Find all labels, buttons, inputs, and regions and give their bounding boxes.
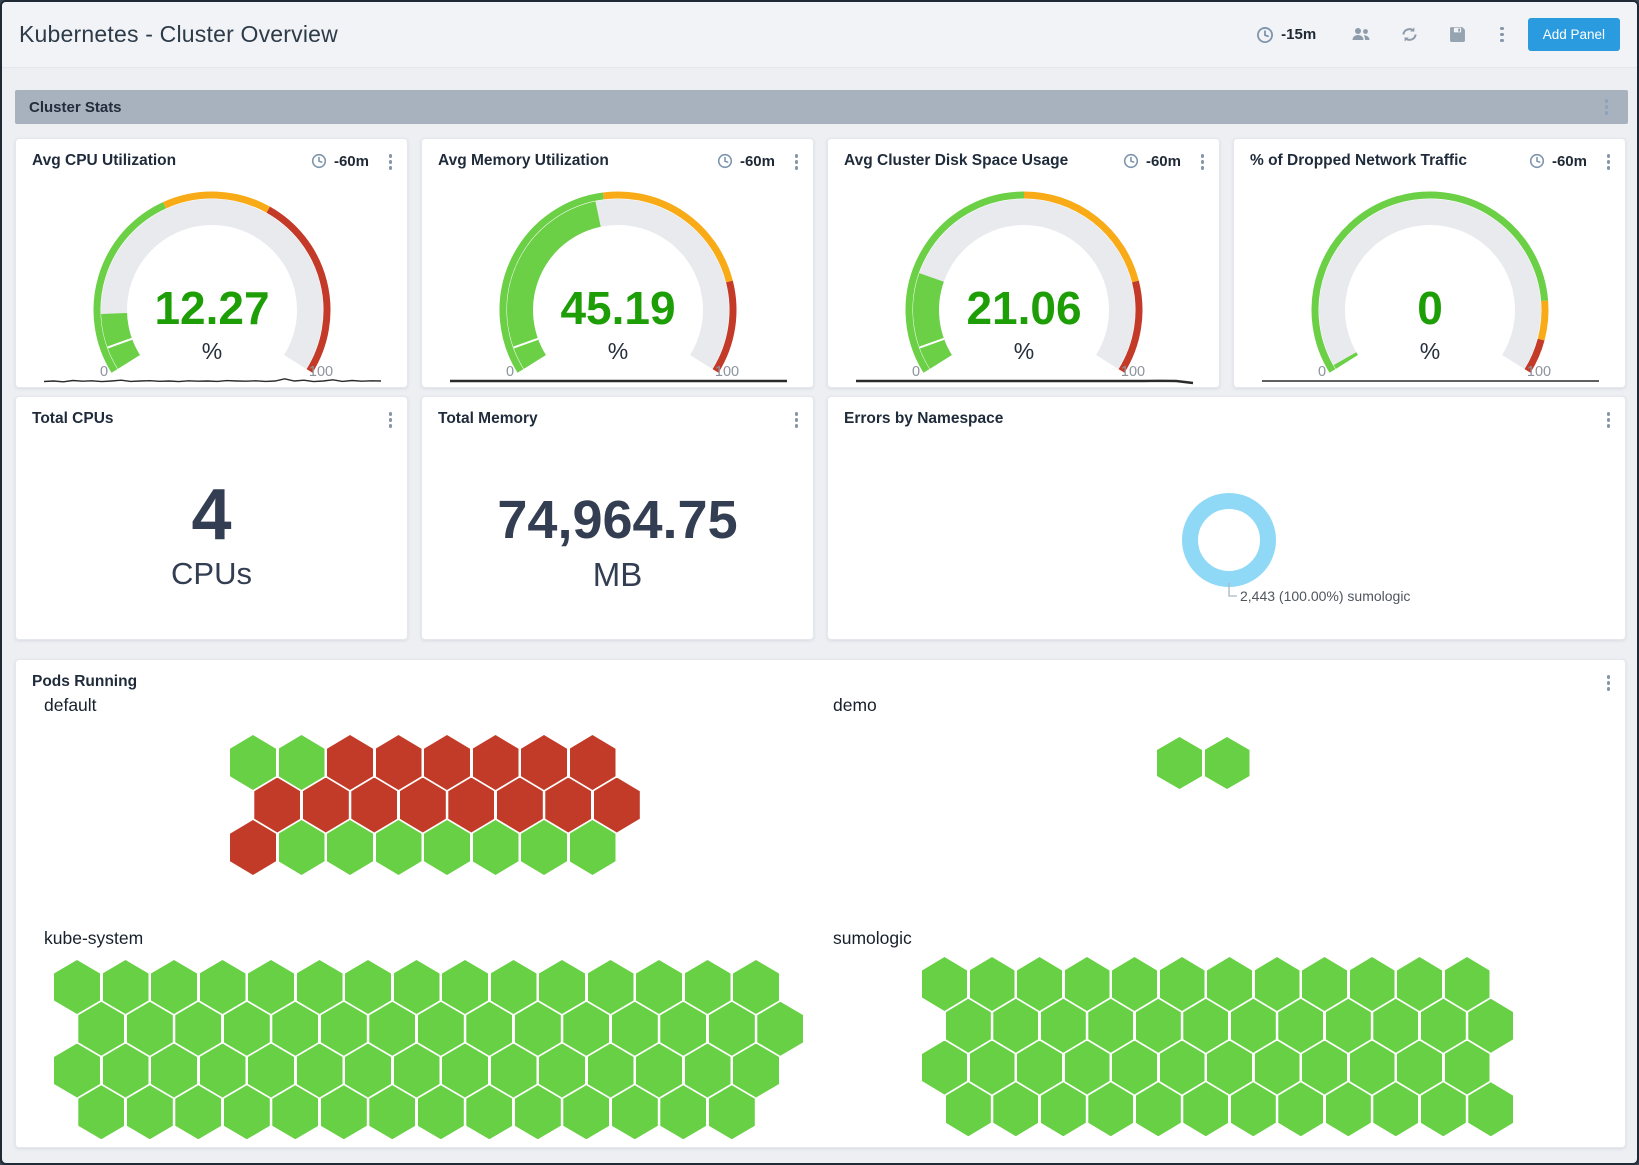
header-controls: -15m [1256, 18, 1620, 51]
panel-gauge-1: Avg CPU Utilization -60m 12.27% 0 100 [15, 138, 408, 388]
panel-menu-kebab[interactable] [789, 150, 805, 174]
panel-title: Avg CPU Utilization [32, 152, 176, 170]
time-range-label: -60m [334, 153, 369, 170]
namespace-label-sumologic: sumologic [833, 928, 912, 949]
panel-time-range[interactable]: -60m [311, 153, 369, 170]
total-memory-value: 74,964.75 [422, 488, 813, 552]
panel-total-cpus: Total CPUs 4 CPUs [15, 396, 408, 640]
total-cpus-unit: CPUs [16, 556, 407, 592]
section-cluster-stats[interactable]: Cluster Stats [15, 90, 1628, 124]
panel-menu-kebab[interactable] [1601, 150, 1617, 174]
panel-time-range[interactable]: -60m [717, 153, 775, 170]
gauge-unit: % [608, 338, 628, 364]
gauge-chart: 45.19% 0 100 [422, 172, 815, 388]
panel-title: Total Memory [438, 410, 538, 428]
clock-icon [717, 153, 733, 169]
panel-gauge-4: % of Dropped Network Traffic -60m 0% 0 100 [1233, 138, 1626, 388]
panel-menu-kebab[interactable] [1601, 408, 1617, 432]
panel-time-range[interactable]: -60m [1529, 153, 1587, 170]
clock-icon [1123, 153, 1139, 169]
dashboard-header: Kubernetes - Cluster Overview -15m [2, 2, 1637, 68]
refresh-icon[interactable] [1398, 24, 1420, 46]
gauge-chart: 12.27% 0 100 [16, 172, 409, 388]
add-panel-button[interactable]: Add Panel [1528, 18, 1620, 51]
panel-menu-kebab[interactable] [789, 408, 805, 432]
gauge-max-label: 100 [1121, 364, 1145, 380]
share-users-icon[interactable] [1350, 24, 1372, 46]
gauge-min-label: 0 [1318, 364, 1326, 380]
clock-icon [1529, 153, 1545, 169]
save-icon[interactable] [1446, 24, 1468, 46]
time-range-label: -60m [1146, 153, 1181, 170]
gauge-unit: % [1420, 338, 1440, 364]
gauge-value: 45.19 [560, 282, 675, 334]
errors-donut-chart: 2,443 (100.00%) sumologic [828, 431, 1625, 639]
panel-menu-kebab[interactable] [1601, 671, 1617, 695]
gauge-value: 12.27 [154, 282, 269, 334]
gauge-unit: % [1014, 338, 1034, 364]
total-memory-unit: MB [422, 556, 813, 594]
donut-slice-sumologic[interactable] [1190, 501, 1268, 579]
gauge-min-label: 0 [506, 364, 514, 380]
time-range-label: -60m [1552, 153, 1587, 170]
panel-title: Avg Memory Utilization [438, 152, 609, 170]
gauge-value: 0 [1417, 282, 1443, 334]
section-title: Cluster Stats [29, 99, 122, 116]
dashboard: Kubernetes - Cluster Overview -15m [0, 0, 1639, 1165]
donut-callout-label: 2,443 (100.00%) sumologic [1240, 588, 1410, 604]
total-cpus-value: 4 [16, 476, 407, 554]
panel-title: Avg Cluster Disk Space Usage [844, 152, 1068, 170]
page-title: Kubernetes - Cluster Overview [19, 21, 338, 48]
gauge-trend-sparkline [856, 381, 1193, 383]
panel-errors-by-namespace: Errors by Namespace 2,443 (100.00%) sumo… [827, 396, 1626, 640]
gauge-max-label: 100 [715, 364, 739, 380]
panel-title: % of Dropped Network Traffic [1250, 152, 1467, 170]
gauge-unit: % [202, 338, 222, 364]
panel-time-range[interactable]: -60m [1123, 153, 1181, 170]
gauge-min-label: 0 [100, 364, 108, 380]
namespace-label-demo: demo [833, 695, 877, 716]
gauge-max-label: 100 [1527, 364, 1551, 380]
panel-menu-kebab[interactable] [1195, 150, 1211, 174]
panel-total-memory: Total Memory 74,964.75 MB [421, 396, 814, 640]
section-menu-kebab[interactable] [1599, 95, 1615, 119]
gauge-chart: 21.06% 0 100 [828, 172, 1221, 388]
panel-menu-kebab[interactable] [383, 408, 399, 432]
gauge-value: 21.06 [966, 282, 1081, 334]
panel-title: Pods Running [32, 673, 137, 691]
panel-gauge-3: Avg Cluster Disk Space Usage -60m 21.06% 0 1… [827, 138, 1220, 388]
clock-icon [1256, 26, 1274, 44]
gauge-chart: 0% 0 100 [1234, 172, 1627, 388]
time-range-label: -15m [1281, 26, 1316, 43]
dashboard-menu-kebab[interactable] [1494, 23, 1510, 47]
namespace-label-kube-system: kube-system [44, 928, 143, 949]
panel-gauge-2: Avg Memory Utilization -60m 45.19% 0 100 [421, 138, 814, 388]
namespace-label-default: default [44, 695, 97, 716]
dashboard-time-range[interactable]: -15m [1256, 26, 1316, 44]
gauge-min-label: 0 [912, 364, 920, 380]
clock-icon [311, 153, 327, 169]
time-range-label: -60m [740, 153, 775, 170]
panel-title: Total CPUs [32, 410, 114, 428]
panel-title: Errors by Namespace [844, 410, 1003, 428]
panel-menu-kebab[interactable] [383, 150, 399, 174]
gauge-max-label: 100 [309, 364, 333, 380]
